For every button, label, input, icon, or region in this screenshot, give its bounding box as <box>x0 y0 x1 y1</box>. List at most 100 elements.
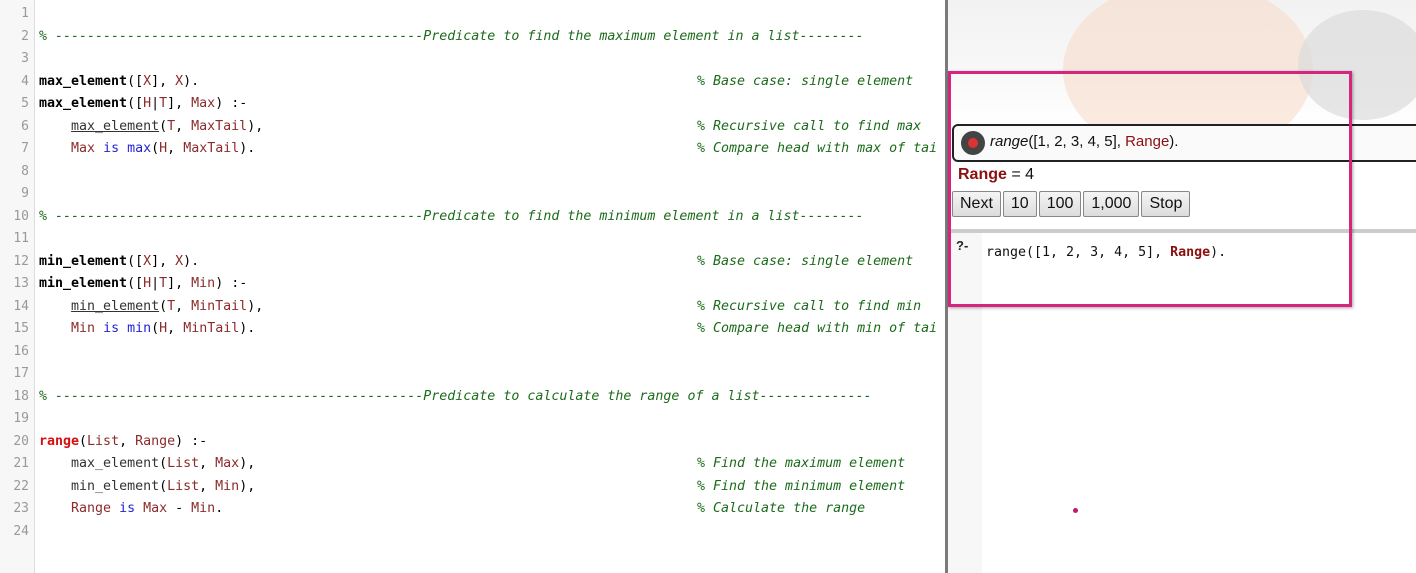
code-text: max_element(T, MaxTail), <box>71 118 264 134</box>
code-line[interactable]: 14 min_element(T, MinTail), % Recursive c… <box>0 296 946 319</box>
code-text: Min is min(H, MinTail). <box>71 321 256 336</box>
line-number: 9 <box>21 186 29 201</box>
query-var: Range <box>1125 133 1170 150</box>
line-number: 21 <box>13 456 29 471</box>
code-line[interactable]: 21 max_element(List, Max), % Find the max… <box>0 453 946 476</box>
code-line[interactable]: 10 % ------------------------------------… <box>0 206 946 229</box>
answer-text: Range = 4 <box>958 166 1034 184</box>
code-line[interactable]: 11 <box>0 228 946 251</box>
code-comment: % Compare head with min of tai <box>697 321 938 336</box>
code-line[interactable]: 24 <box>0 521 946 544</box>
code-text: max_element([H|T], Max) :- <box>39 96 248 111</box>
query-predicate: range <box>990 133 1029 150</box>
code-line[interactable]: 7 Max is max(H, MaxTail). % Compare head … <box>0 138 946 161</box>
code-line[interactable]: 5 max_element([H|T], Max) :- <box>0 93 946 116</box>
code-comment: % Calculate the range <box>697 501 866 516</box>
line-number: 6 <box>21 118 29 134</box>
line-number: 3 <box>21 51 29 66</box>
code-line[interactable]: 4 max_element([X], X). % Base case: single… <box>0 71 946 94</box>
line-number: 2 <box>21 28 29 44</box>
query-separator[interactable] <box>948 229 1416 233</box>
line-number: 11 <box>13 231 29 246</box>
line-number: 12 <box>13 253 29 269</box>
next-10-button[interactable]: 10 <box>1002 191 1037 217</box>
code-line[interactable]: 8 <box>0 161 946 184</box>
line-number: 5 <box>21 96 29 111</box>
code-text: % --------------------------------------… <box>39 28 864 44</box>
code-comment: % Recursive call to find min <box>697 298 922 314</box>
next-button[interactable]: Next <box>952 191 1001 217</box>
code-text: max_element(List, Max), <box>71 456 256 471</box>
query-text: range([1, 2, 3, 4, 5], Range). <box>990 133 1178 150</box>
query-input[interactable]: range([1, 2, 3, 4, 5], Range). <box>986 245 1226 260</box>
code-line[interactable]: 2 % -------------------------------------… <box>0 26 946 49</box>
line-number: 22 <box>13 478 29 494</box>
code-line[interactable]: 3 <box>0 48 946 71</box>
code-text: min_element(T, MinTail), <box>71 298 264 314</box>
line-number: 19 <box>13 411 29 426</box>
answer-value: = 4 <box>1006 166 1035 183</box>
line-number: 16 <box>13 343 29 359</box>
code-line[interactable]: 12 min_element([X], X). % Base case: singl… <box>0 251 946 274</box>
line-number: 23 <box>13 501 29 516</box>
line-number: 13 <box>13 276 29 291</box>
line-number: 7 <box>21 141 29 156</box>
prompt-gutter <box>948 233 982 573</box>
gear-icon[interactable] <box>961 131 985 155</box>
line-number: 4 <box>21 73 29 89</box>
prompt-label: ?- <box>956 238 969 253</box>
code-text: Range is Max - Min. <box>71 501 224 516</box>
line-number: 17 <box>13 366 29 381</box>
code-line[interactable]: 6 max_element(T, MaxTail), % Recursive ca… <box>0 116 946 139</box>
query-close: ). <box>1169 133 1179 150</box>
code-comment: % Base case: single element <box>697 73 914 89</box>
query-header[interactable]: range([1, 2, 3, 4, 5], Range). <box>952 124 1416 162</box>
line-number: 20 <box>13 433 29 449</box>
code-line[interactable]: 23 Range is Max - Min. % Calculate the ra… <box>0 498 946 521</box>
code-line[interactable]: 1 <box>0 3 946 26</box>
code-comment: % Recursive call to find max <box>697 118 922 134</box>
code-text: max_element([X], X). <box>39 73 200 89</box>
code-text: Max is max(H, MaxTail). <box>71 141 256 156</box>
answer-var: Range <box>958 166 1007 183</box>
query-input-prefix: range([1, 2, 3, 4, 5], <box>986 245 1171 260</box>
code-line[interactable]: 16 <box>0 341 946 364</box>
background-logo-art <box>948 0 1416 160</box>
code-comment: % Find the maximum element <box>697 456 906 471</box>
code-text: range(List, Range) :- <box>39 433 208 449</box>
cursor-dot <box>1073 508 1078 513</box>
next-100-button[interactable]: 100 <box>1038 191 1082 217</box>
stop-button[interactable]: Stop <box>1141 191 1191 217</box>
query-args: ([1, 2, 3, 4, 5], <box>1028 133 1126 150</box>
code-line[interactable]: 19 <box>0 408 946 431</box>
line-number: 15 <box>13 321 29 336</box>
code-line[interactable]: 17 <box>0 363 946 386</box>
code-text: min_element(List, Min), <box>71 478 256 494</box>
logo-eye-shape <box>1298 10 1416 120</box>
code-line[interactable]: 13 min_element([H|T], Min) :- <box>0 273 946 296</box>
next-1000-button[interactable]: 1,000 <box>1083 191 1140 217</box>
code-lines: 1 2% ------------------------------------… <box>0 3 946 543</box>
query-input-var: Range <box>1170 245 1211 260</box>
code-line[interactable]: 9 <box>0 183 946 206</box>
code-comment: % Find the minimum element <box>697 478 906 494</box>
answer-buttons: Next 10 100 1,000 Stop <box>952 191 1192 217</box>
code-text: % --------------------------------------… <box>39 208 864 224</box>
query-pane: range([1, 2, 3, 4, 5], Range). Range = 4… <box>948 0 1416 573</box>
code-comment: % Compare head with max of tai <box>697 141 938 156</box>
line-number: 1 <box>21 6 29 21</box>
code-text: min_element([X], X). <box>39 253 200 269</box>
line-number: 24 <box>13 523 29 539</box>
line-number: 10 <box>13 208 29 224</box>
line-number: 18 <box>13 388 29 404</box>
code-line[interactable]: 20 range(List, Range) :- <box>0 431 946 454</box>
line-number: 14 <box>13 298 29 314</box>
line-number: 8 <box>21 163 29 179</box>
code-line[interactable]: 22 min_element(List, Min), % Find the min… <box>0 476 946 499</box>
code-line[interactable]: 18 % ------------------------------------… <box>0 386 946 409</box>
query-input-suffix: ). <box>1210 245 1227 260</box>
code-text: min_element([H|T], Min) :- <box>39 276 248 291</box>
code-comment: % Base case: single element <box>697 253 914 269</box>
code-line[interactable]: 15 Min is min(H, MinTail). % Compare head… <box>0 318 946 341</box>
code-editor[interactable]: 1 2% ------------------------------------… <box>0 0 946 573</box>
